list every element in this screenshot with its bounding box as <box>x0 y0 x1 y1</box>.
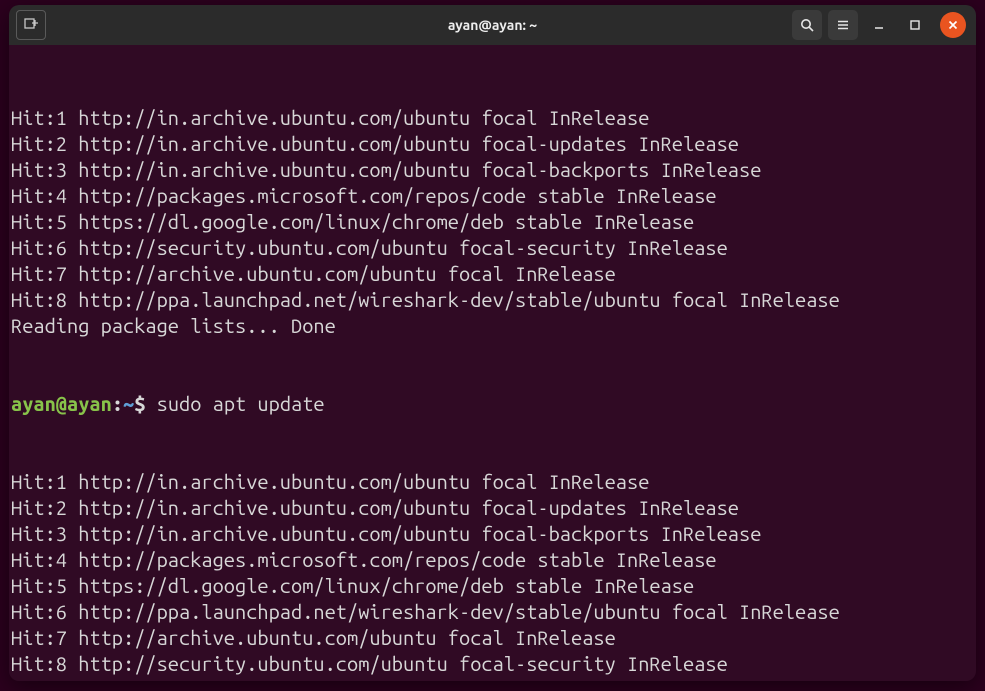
close-button[interactable] <box>940 12 966 38</box>
new-tab-button[interactable] <box>16 10 46 40</box>
output-line: Hit:2 http://in.archive.ubuntu.com/ubunt… <box>11 495 976 521</box>
output-line: Hit:3 http://in.archive.ubuntu.com/ubunt… <box>11 157 976 183</box>
prompt-path: ~ <box>123 392 134 415</box>
titlebar: ayan@ayan: ~ <box>9 5 976 45</box>
output-line: Reading package lists... Done <box>11 677 976 681</box>
output-line: Hit:5 https://dl.google.com/linux/chrome… <box>11 209 976 235</box>
prompt-colon: : <box>112 392 123 415</box>
new-tab-icon <box>23 17 39 33</box>
output-line: Hit:8 http://security.ubuntu.com/ubuntu … <box>11 651 976 677</box>
terminal-body[interactable]: Hit:1 http://in.archive.ubuntu.com/ubunt… <box>9 45 976 681</box>
command-1: sudo apt update <box>157 392 325 415</box>
menu-button[interactable] <box>828 10 858 40</box>
search-button[interactable] <box>792 10 822 40</box>
prompt-line-1: ayan@ayan:~$ sudo apt update <box>11 391 976 417</box>
command-text <box>145 392 156 415</box>
maximize-icon <box>908 18 922 32</box>
maximize-button[interactable] <box>900 10 930 40</box>
output-line: Hit:4 http://packages.microsoft.com/repo… <box>11 183 976 209</box>
output-line: Hit:6 http://security.ubuntu.com/ubuntu … <box>11 235 976 261</box>
output-line: Hit:6 http://ppa.launchpad.net/wireshark… <box>11 599 976 625</box>
search-icon <box>799 17 815 33</box>
output-line: Hit:1 http://in.archive.ubuntu.com/ubunt… <box>11 105 976 131</box>
output-line: Hit:4 http://packages.microsoft.com/repo… <box>11 547 976 573</box>
output-line: Hit:7 http://archive.ubuntu.com/ubuntu f… <box>11 625 976 651</box>
output-line: Hit:8 http://ppa.launchpad.net/wireshark… <box>11 287 976 313</box>
output-line: Hit:2 http://in.archive.ubuntu.com/ubunt… <box>11 131 976 157</box>
output-line: Hit:5 https://dl.google.com/linux/chrome… <box>11 573 976 599</box>
titlebar-right <box>792 10 976 40</box>
minimize-button[interactable] <box>864 10 894 40</box>
minimize-icon <box>872 18 886 32</box>
prompt-dollar: $ <box>134 392 145 415</box>
close-icon <box>947 19 959 31</box>
output-line: Hit:7 http://archive.ubuntu.com/ubuntu f… <box>11 261 976 287</box>
titlebar-left <box>9 5 53 45</box>
output-line: Hit:1 http://in.archive.ubuntu.com/ubunt… <box>11 469 976 495</box>
output-block-1: Hit:1 http://in.archive.ubuntu.com/ubunt… <box>11 105 976 339</box>
output-block-2: Hit:1 http://in.archive.ubuntu.com/ubunt… <box>11 469 976 681</box>
output-line: Hit:3 http://in.archive.ubuntu.com/ubunt… <box>11 521 976 547</box>
prompt-userhost: ayan@ayan <box>11 392 112 415</box>
output-line: Reading package lists... Done <box>11 313 976 339</box>
terminal-window: ayan@ayan: ~ <box>9 5 976 681</box>
hamburger-icon <box>835 17 851 33</box>
